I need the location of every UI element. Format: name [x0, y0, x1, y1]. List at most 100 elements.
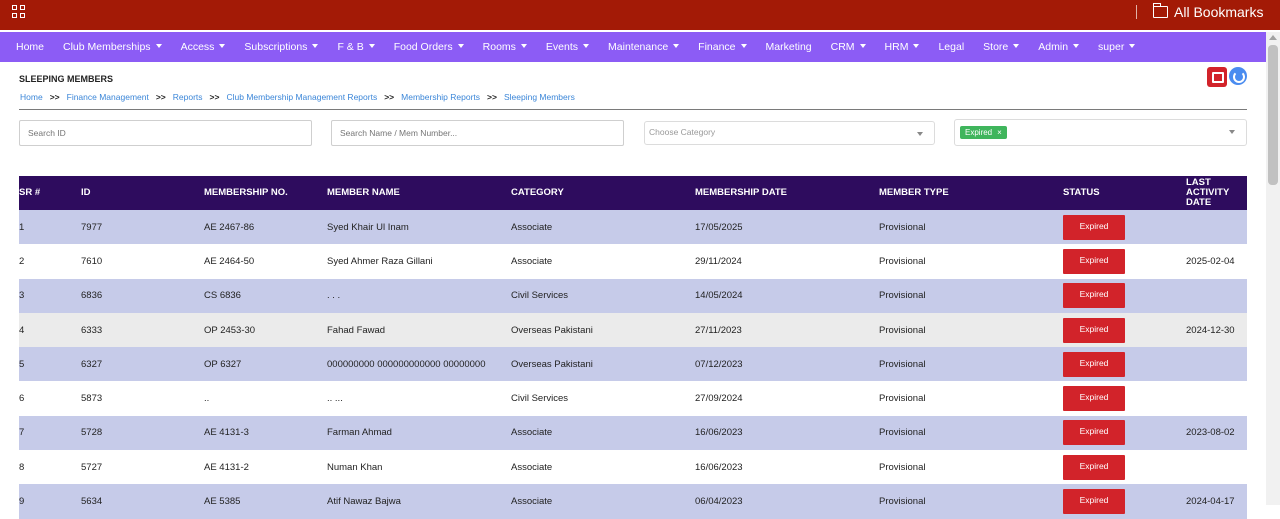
cell-mno: OP 2453-30	[204, 312, 327, 348]
print-button[interactable]	[1207, 67, 1227, 87]
cell-name: Farman Ahmad	[327, 415, 511, 451]
nav-item-crm[interactable]: CRM	[831, 41, 866, 53]
nav-item-access[interactable]: Access	[181, 41, 226, 53]
breadcrumb-link[interactable]: Sleeping Members	[504, 92, 575, 102]
category-placeholder: Choose Category	[649, 127, 716, 137]
nav-item-label: Store	[983, 41, 1009, 53]
nav-item-label: Access	[180, 41, 215, 53]
category-select[interactable]: Choose Category	[644, 121, 935, 145]
breadcrumb-link[interactable]: Home	[20, 92, 43, 102]
cell-last	[1186, 381, 1247, 416]
cell-id: 5728	[81, 415, 204, 451]
nav-item-label: Marketing	[765, 41, 812, 53]
breadcrumb-link[interactable]: Club Membership Management Reports	[226, 92, 377, 102]
status-badge[interactable]: Expired	[1063, 420, 1125, 446]
nav-item-super[interactable]: super	[1098, 41, 1136, 53]
status-badge[interactable]: Expired	[1063, 248, 1125, 274]
header-divider	[19, 109, 1247, 110]
status-badge[interactable]: Expired	[1063, 283, 1125, 309]
page-scrollbar[interactable]	[1266, 32, 1280, 505]
table-row[interactable]: 7 5728 AE 4131-3 Farman Ahmad Associate 16/06…	[19, 415, 1247, 451]
cell-id: 7610	[81, 244, 204, 279]
table-row[interactable]: 9 5634 AE 5385 Atif Nawaz Bajwa Associate 06/…	[19, 484, 1247, 519]
status-badge[interactable]: Expired	[1063, 489, 1125, 515]
cell-category: Civil Services	[511, 381, 695, 416]
cell-category: Associate	[511, 415, 695, 451]
column-header[interactable]: MEMBER NAME	[327, 176, 511, 210]
nav-item-label: Rooms	[482, 41, 516, 53]
status-tag: Expired ×	[960, 126, 1007, 139]
table-row[interactable]: 2 7610 AE 2464-50 Syed Ahmer Raza Gillani As…	[19, 244, 1247, 279]
status-badge[interactable]: Expired	[1063, 351, 1125, 377]
breadcrumb-link[interactable]: Reports	[173, 92, 203, 102]
bookmarks-label: All Bookmarks	[1174, 4, 1264, 20]
nav-item-admin[interactable]: Admin	[1038, 41, 1080, 53]
status-cell: Expired	[1063, 210, 1186, 245]
all-bookmarks-button[interactable]: All Bookmarks	[1152, 3, 1264, 21]
nav-item-legal[interactable]: Legal	[938, 41, 964, 53]
nav-item-marketing[interactable]: Marketing	[766, 41, 812, 53]
cell-id: 6836	[81, 278, 204, 313]
nav-item-label: CRM	[830, 41, 855, 53]
caret-down-icon	[859, 44, 866, 48]
column-header[interactable]: STATUS	[1063, 176, 1186, 210]
nav-item-events[interactable]: Events	[546, 41, 590, 53]
cell-sr: 6	[19, 381, 81, 416]
column-header[interactable]: MEMBER TYPE	[879, 176, 1063, 210]
cell-name: . . .	[327, 278, 511, 313]
breadcrumb-link[interactable]: Membership Reports	[401, 92, 480, 102]
table-row[interactable]: 5 6327 OP 6327 000000000 000000000000 00000…	[19, 347, 1247, 382]
apps-grid-icon[interactable]	[12, 5, 26, 19]
column-header[interactable]: MEMBERSHIP NO.	[204, 176, 327, 210]
status-select[interactable]: Expired ×	[954, 119, 1247, 146]
column-header[interactable]: ID	[81, 176, 204, 210]
nav-item-label: Legal	[938, 41, 965, 53]
cell-last: 2024-04-17	[1186, 484, 1247, 519]
status-badge[interactable]: Expired	[1063, 386, 1125, 412]
nav-item-club-memberships[interactable]: Club Memberships	[63, 41, 162, 53]
nav-item-f-b[interactable]: F & B	[337, 41, 375, 53]
table-row[interactable]: 8 5727 AE 4131-2 Numan Khan Associate 16/06/2…	[19, 450, 1247, 485]
cell-date: 06/04/2023	[695, 484, 879, 519]
caret-down-icon	[368, 44, 375, 48]
status-badge[interactable]: Expired	[1063, 454, 1125, 480]
caret-down-icon	[312, 44, 319, 48]
nav-item-hrm[interactable]: HRM	[885, 41, 920, 53]
table-row[interactable]: 3 6836 CS 6836. . . Civil Services 14/05/202…	[19, 278, 1247, 313]
nav-item-finance[interactable]: Finance	[698, 41, 747, 53]
table-row[interactable]: 1 7977 AE 2467-86 Syed Khair Ul Inam Associa…	[19, 210, 1247, 245]
cell-date: 07/12/2023	[695, 347, 879, 382]
scroll-up-arrow-icon[interactable]	[1269, 35, 1277, 40]
cell-name: 000000000 000000000000 00000000	[327, 347, 511, 382]
cell-id: 6327	[81, 347, 204, 382]
chevron-down-icon	[917, 132, 923, 136]
nav-item-maintenance[interactable]: Maintenance	[608, 41, 680, 53]
tag-remove-icon[interactable]: ×	[997, 126, 1002, 139]
cell-category: Overseas Pakistani	[511, 312, 695, 348]
search-id-input[interactable]	[19, 120, 312, 146]
nav-item-rooms[interactable]: Rooms	[483, 41, 527, 53]
scroll-thumb[interactable]	[1268, 45, 1278, 185]
cell-date: 27/09/2024	[695, 381, 879, 416]
table-header-row: SR # ID MEMBERSHIP NO. MEMBER NAME CATEGORY M…	[19, 176, 1247, 210]
breadcrumb-link[interactable]: Finance Management	[67, 92, 149, 102]
column-header[interactable]: CATEGORY	[511, 176, 695, 210]
column-header[interactable]: LAST ACTIVITY DATE	[1186, 176, 1247, 210]
column-header[interactable]: MEMBERSHIP DATE	[695, 176, 879, 210]
nav-item-home[interactable]: Home	[16, 41, 44, 53]
search-name-input[interactable]	[331, 120, 624, 146]
cell-sr: 7	[19, 415, 81, 451]
cell-name: Fahad Fawad	[327, 312, 511, 348]
top-bar: All Bookmarks	[0, 0, 1280, 30]
table-row[interactable]: 4 6333 OP 2453-30 Fahad Fawad Overseas Pakis…	[19, 312, 1247, 348]
nav-item-store[interactable]: Store	[983, 41, 1020, 53]
caret-down-icon	[1013, 44, 1020, 48]
cell-id: 6333	[81, 312, 204, 348]
status-badge[interactable]: Expired	[1063, 317, 1125, 343]
refresh-button[interactable]	[1229, 67, 1247, 85]
column-header[interactable]: SR #	[19, 176, 81, 210]
status-badge[interactable]: Expired	[1063, 214, 1125, 240]
nav-item-subscriptions[interactable]: Subscriptions	[244, 41, 319, 53]
table-row[interactable]: 6 5873.... ... Civil Services 27/09/2024 Pro…	[19, 381, 1247, 416]
nav-item-food-orders[interactable]: Food Orders	[394, 41, 464, 53]
